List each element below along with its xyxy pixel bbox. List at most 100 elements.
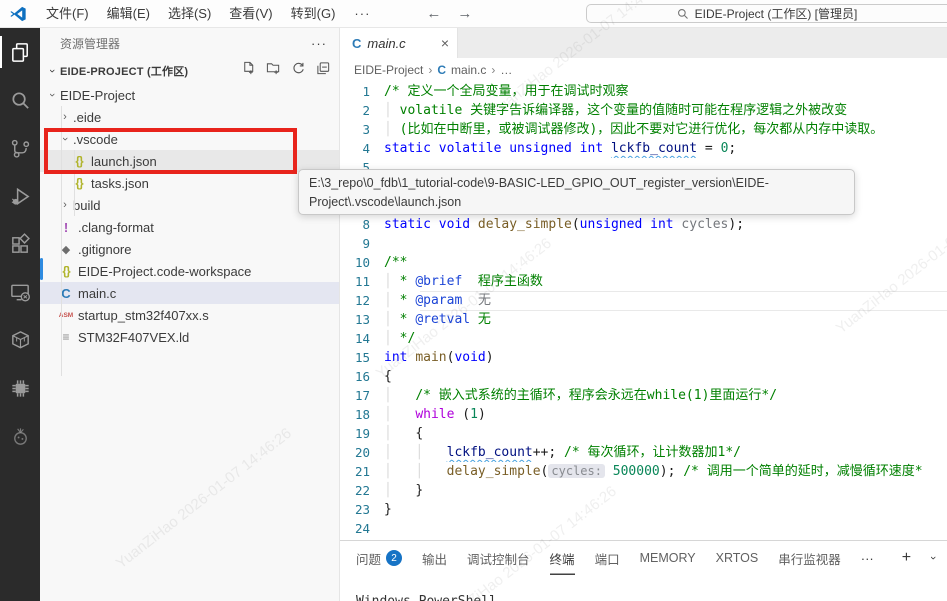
new-terminal-button[interactable]: + <box>902 549 911 567</box>
refresh-icon[interactable] <box>291 61 306 81</box>
line-number[interactable]: 19 <box>340 424 384 443</box>
workspace-section-header[interactable]: › EIDE-PROJECT (工作区) <box>40 58 339 84</box>
line-number[interactable]: 15 <box>340 348 384 367</box>
panel-more-button[interactable]: ··· <box>861 551 874 566</box>
tree-item-launch.json[interactable]: {}launch.json <box>40 150 339 172</box>
code-line-14[interactable]: 14│ */ <box>340 329 947 348</box>
git-icon: ◆ <box>57 243 75 256</box>
line-number[interactable]: 8 <box>340 215 384 234</box>
panel-tab-终端[interactable]: 终端 <box>550 541 575 575</box>
code-line-3[interactable]: 3│ (比如在中断里，或被调试器修改)，因此不要对它进行优化，每次都从内存中读取… <box>340 120 947 139</box>
code-line-2[interactable]: 2│ volatile 关键字告诉编译器，这个变量的值随时可能在程序逻辑之外被改… <box>340 101 947 120</box>
line-number[interactable]: 9 <box>340 234 384 253</box>
code-line-16[interactable]: 16{ <box>340 367 947 386</box>
tree-item-main.c[interactable]: Cmain.c <box>40 282 339 304</box>
code-line-17[interactable]: 17│ /* 嵌入式系统的主循环，程序会永远在while(1)里面运行*/ <box>340 386 947 405</box>
line-number[interactable]: 16 <box>340 367 384 386</box>
line-number[interactable]: 1 <box>340 82 384 101</box>
remote-explorer-icon[interactable] <box>0 268 40 316</box>
line-number[interactable]: 14 <box>340 329 384 348</box>
code-line-20[interactable]: 20│ │ lckfb_count++; /* 每次循环，让计数器加1*/ <box>340 443 947 462</box>
platformio-icon[interactable] <box>0 412 40 460</box>
line-number[interactable]: 20 <box>340 443 384 462</box>
line-number[interactable]: 23 <box>340 500 384 519</box>
code-token <box>392 483 415 498</box>
tree-item-tasks.json[interactable]: {}tasks.json <box>40 172 339 194</box>
code-line-10[interactable]: 10/** <box>340 253 947 272</box>
explorer-icon[interactable] <box>0 28 40 76</box>
menu-more-button[interactable]: ··· <box>344 6 380 21</box>
code-line-24[interactable]: 24 <box>340 519 947 538</box>
chevron-down-icon[interactable]: › <box>927 556 939 560</box>
extensions-icon[interactable] <box>0 220 40 268</box>
code-line-23[interactable]: 23} <box>340 500 947 519</box>
panel-tab-输出[interactable]: 输出 <box>422 541 447 575</box>
code-line-15[interactable]: 15int main(void) <box>340 348 947 367</box>
menu-item-2[interactable]: 选择(S) <box>159 0 220 27</box>
panel-tab-MEMORY[interactable]: MEMORY <box>640 541 696 575</box>
line-number[interactable]: 17 <box>340 386 384 405</box>
code-area[interactable]: 1/* 定义一个全局变量，用于在调试时观察2│ volatile 关键字告诉编译… <box>340 82 947 540</box>
line-number[interactable]: 10 <box>340 253 384 272</box>
code-line-19[interactable]: 19│ { <box>340 424 947 443</box>
code-line-8[interactable]: 8static void delay_simple(unsigned int c… <box>340 215 947 234</box>
breadcrumb-item-2[interactable]: … <box>500 63 512 77</box>
tree-item-EIDE-Project[interactable]: ›EIDE-Project <box>40 84 339 106</box>
line-number[interactable]: 2 <box>340 101 384 120</box>
collapse-all-icon[interactable] <box>316 61 331 81</box>
code-line-18[interactable]: 18│ while (1) <box>340 405 947 424</box>
line-number[interactable]: 12 <box>340 291 384 310</box>
tab-main-c[interactable]: C main.c × <box>340 28 458 58</box>
menu-item-1[interactable]: 编辑(E) <box>98 0 159 27</box>
eide-project-icon[interactable] <box>0 316 40 364</box>
menu-item-0[interactable]: 文件(F) <box>37 0 98 27</box>
new-file-icon[interactable] <box>241 61 256 81</box>
editor-group: C main.c × EIDE-Project›Cmain.c›… 1/* 定义… <box>340 28 947 540</box>
breadcrumb-item-0[interactable]: EIDE-Project <box>354 63 423 77</box>
line-number[interactable]: 22 <box>340 481 384 500</box>
run-debug-icon[interactable] <box>0 172 40 220</box>
chip-icon[interactable] <box>0 364 40 412</box>
tree-item-build[interactable]: ›build <box>40 194 339 216</box>
new-folder-icon[interactable] <box>266 61 281 81</box>
source-control-icon[interactable] <box>0 124 40 172</box>
nav-back-icon[interactable]: ← <box>426 5 441 22</box>
tree-item-STM32F407VEX.ld[interactable]: ≡STM32F407VEX.ld <box>40 326 339 348</box>
line-content: │ /* 嵌入式系统的主循环，程序会永远在while(1)里面运行*/ <box>384 386 947 405</box>
tree-item-.clang-format[interactable]: !.clang-format <box>40 216 339 238</box>
line-number[interactable]: 21 <box>340 462 384 481</box>
panel-tab-调试控制台[interactable]: 调试控制台 <box>467 541 530 575</box>
search-icon[interactable] <box>0 76 40 124</box>
close-icon[interactable]: × <box>441 35 449 51</box>
panel-tab-问题[interactable]: 问题2 <box>356 541 402 575</box>
panel-tab-串行监视器[interactable]: 串行监视器 <box>778 541 841 575</box>
line-number[interactable]: 4 <box>340 139 384 158</box>
command-center-search[interactable]: EIDE-Project (工作区) [管理员] <box>586 4 947 23</box>
line-number[interactable]: 13 <box>340 310 384 329</box>
code-line-9[interactable]: 9 <box>340 234 947 253</box>
line-number[interactable]: 18 <box>340 405 384 424</box>
line-number[interactable]: 11 <box>340 272 384 291</box>
line-number[interactable]: 3 <box>340 120 384 139</box>
code-line-4[interactable]: 4static volatile unsigned int lckfb_coun… <box>340 139 947 158</box>
line-number[interactable]: 24 <box>340 519 384 538</box>
code-line-12[interactable]: 12│ * @param 无 <box>340 291 947 310</box>
tree-item-.eide[interactable]: ›.eide <box>40 106 339 128</box>
tree-item-.vscode[interactable]: ›.vscode <box>40 128 339 150</box>
tree-item-startup_stm32f407xx.s[interactable]: ASMstartup_stm32f407xx.s <box>40 304 339 326</box>
code-line-11[interactable]: 11│ * @brief 程序主函数 <box>340 272 947 291</box>
panel-tab-端口[interactable]: 端口 <box>595 541 620 575</box>
menu-item-4[interactable]: 转到(G) <box>282 0 345 27</box>
code-line-21[interactable]: 21│ │ delay_simple(cycles: 500000); /* 调… <box>340 462 947 481</box>
code-line-13[interactable]: 13│ * @retval 无 <box>340 310 947 329</box>
menu-item-3[interactable]: 查看(V) <box>220 0 281 27</box>
panel-tab-XRTOS[interactable]: XRTOS <box>716 541 759 575</box>
breadcrumb-item-1[interactable]: main.c <box>451 63 486 77</box>
sidebar-more-button[interactable]: ··· <box>311 36 327 51</box>
code-line-1[interactable]: 1/* 定义一个全局变量，用于在调试时观察 <box>340 82 947 101</box>
panel-tab-label: 终端 <box>550 549 575 568</box>
tree-item-.gitignore[interactable]: ◆.gitignore <box>40 238 339 260</box>
nav-forward-icon[interactable]: → <box>457 5 472 22</box>
tree-item-EIDE-Project.code-workspace[interactable]: {}EIDE-Project.code-workspace <box>40 260 339 282</box>
code-line-22[interactable]: 22│ } <box>340 481 947 500</box>
